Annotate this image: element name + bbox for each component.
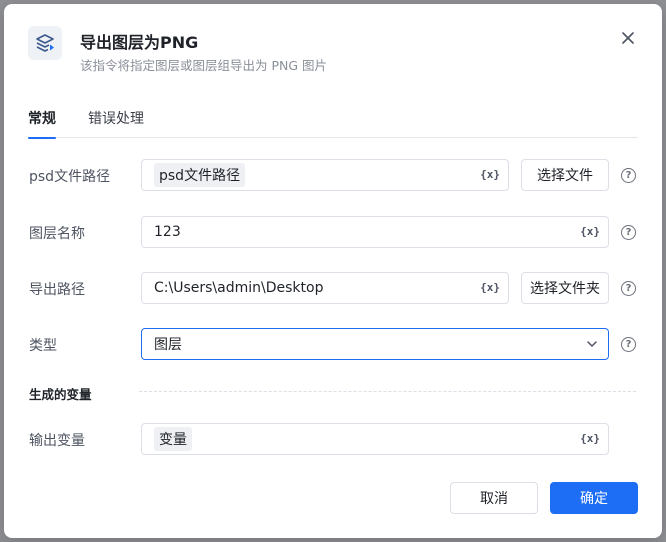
help-icon[interactable]: ? bbox=[621, 225, 636, 240]
tab-bar: 常规 错误处理 bbox=[28, 108, 638, 139]
help-icon[interactable]: ? bbox=[621, 337, 636, 352]
dialog-title: 导出图层为PNG bbox=[80, 33, 199, 52]
type-select[interactable]: 图层 bbox=[141, 328, 609, 360]
help-icon[interactable]: ? bbox=[621, 281, 636, 296]
cancel-button[interactable]: 取消 bbox=[450, 482, 538, 514]
psd-path-input[interactable]: psd文件路径 {x} bbox=[141, 159, 509, 191]
section-divider bbox=[139, 391, 636, 392]
tab-error-handling[interactable]: 错误处理 bbox=[88, 108, 144, 138]
export-path-value: C:\Users\admin\Desktop bbox=[154, 280, 324, 296]
confirm-button[interactable]: 确定 bbox=[550, 482, 638, 514]
output-variable-label: 输出变量 bbox=[29, 433, 85, 449]
output-variable-input[interactable]: 变量 {x} bbox=[141, 423, 609, 455]
variable-icon[interactable]: {x} bbox=[480, 168, 500, 181]
type-label: 类型 bbox=[29, 338, 57, 354]
select-folder-button[interactable]: 选择文件夹 bbox=[521, 272, 609, 304]
tab-general[interactable]: 常规 bbox=[28, 108, 56, 139]
dialog-subtitle: 该指令将指定图层或图层组导出为 PNG 图片 bbox=[80, 58, 328, 73]
layer-name-label: 图层名称 bbox=[29, 226, 85, 242]
variable-icon[interactable]: {x} bbox=[480, 281, 500, 294]
type-selected-value: 图层 bbox=[154, 337, 182, 353]
select-file-button[interactable]: 选择文件 bbox=[521, 159, 609, 191]
layer-name-input[interactable]: 123 {x} bbox=[141, 216, 609, 248]
export-path-input[interactable]: C:\Users\admin\Desktop {x} bbox=[141, 272, 509, 304]
help-icon[interactable]: ? bbox=[621, 168, 636, 183]
variable-icon[interactable]: {x} bbox=[580, 225, 600, 238]
output-variable-chip: 变量 bbox=[154, 427, 192, 451]
generated-variables-heading: 生成的变量 bbox=[29, 387, 92, 402]
psd-path-label: psd文件路径 bbox=[29, 169, 111, 185]
layer-name-value: 123 bbox=[154, 224, 181, 240]
chevron-down-icon[interactable] bbox=[586, 338, 598, 350]
export-layer-dialog: 导出图层为PNG 该指令将指定图层或图层组导出为 PNG 图片 常规 错误处理 … bbox=[4, 4, 662, 538]
close-icon[interactable] bbox=[620, 30, 636, 46]
export-path-label: 导出路径 bbox=[29, 282, 85, 298]
layers-export-icon bbox=[28, 26, 62, 60]
variable-icon[interactable]: {x} bbox=[580, 432, 600, 445]
psd-path-chip: psd文件路径 bbox=[154, 163, 246, 187]
